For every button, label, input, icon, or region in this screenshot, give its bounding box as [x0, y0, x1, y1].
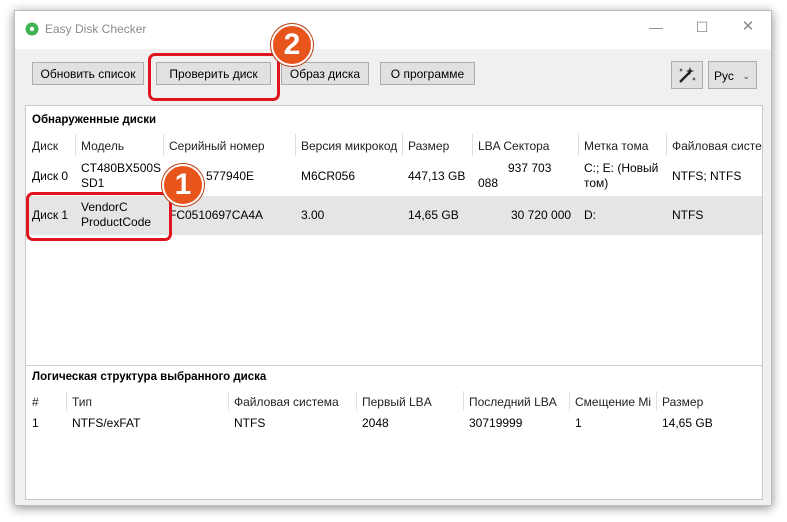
col-divider[interactable] — [569, 391, 570, 411]
lba-cell-line2: 088 — [478, 176, 499, 190]
filesystem-cell: NTFS — [672, 208, 704, 222]
size-cell: 447,13 GB — [408, 169, 466, 183]
col-divider[interactable] — [75, 134, 76, 156]
offset-cell: 1 — [575, 416, 582, 430]
col-divider[interactable] — [228, 391, 229, 411]
col-divider[interactable] — [463, 391, 464, 411]
col-size[interactable]: Размер — [662, 395, 703, 409]
serial-cell: 577940E — [206, 169, 255, 183]
table-row[interactable]: Диск 0 CT480BX500S SD1 577940E M6CR056 4… — [26, 156, 762, 196]
col-divider[interactable] — [578, 134, 579, 156]
section-divider[interactable] — [26, 365, 762, 366]
filesystem-cell: NTFS; NTFS — [672, 169, 742, 183]
col-size[interactable]: Размер — [408, 139, 449, 153]
col-divider[interactable] — [356, 391, 357, 411]
size-cell: 14,65 GB — [662, 416, 713, 430]
volume-label-line1: C:; E: (Новый — [584, 161, 659, 175]
col-filesystem[interactable]: Файловая систе — [672, 139, 762, 153]
col-divider[interactable] — [472, 134, 473, 156]
col-divider[interactable] — [402, 134, 403, 156]
theme-toggle-button[interactable] — [671, 61, 703, 89]
col-divider[interactable] — [295, 134, 296, 156]
lba-cell: 30 720 000 — [511, 208, 572, 222]
col-offset[interactable]: Смещение Mi — [575, 395, 651, 409]
volume-label-cell: D: — [584, 208, 596, 222]
callout-badge-1: 1 — [162, 164, 204, 206]
col-divider[interactable] — [66, 391, 67, 411]
col-volume-label[interactable]: Метка тома — [584, 139, 648, 153]
col-divider[interactable] — [666, 134, 667, 156]
filesystem-cell: NTFS — [234, 416, 266, 430]
first-lba-cell: 2048 — [362, 416, 389, 430]
close-button[interactable]: ✕ — [725, 11, 771, 43]
last-lba-cell: 30719999 — [469, 416, 523, 430]
language-value: Рус — [714, 69, 734, 83]
col-lba[interactable]: LBA Сектора — [478, 139, 549, 153]
callout-badge-2: 2 — [271, 24, 313, 66]
highlight-check-disk — [148, 53, 280, 101]
col-first-lba[interactable]: Первый LBA — [362, 395, 432, 409]
main-panel: Обнаруженные диски Диск Модель Серийный … — [25, 105, 763, 500]
col-type[interactable]: Тип — [72, 395, 92, 409]
language-select[interactable]: Рус ⌄ — [708, 61, 757, 89]
col-last-lba[interactable]: Последний LBA — [469, 395, 557, 409]
col-firmware[interactable]: Версия микрокод — [301, 139, 397, 153]
size-cell: 14,65 GB — [408, 208, 459, 222]
col-number[interactable]: # — [32, 395, 39, 409]
app-window: Easy Disk Checker — ☐ ✕ Обновить список … — [14, 10, 772, 506]
table-row[interactable]: 1 NTFS/exFAT NTFS 2048 30719999 1 14,65 … — [26, 411, 762, 433]
about-button[interactable]: О программе — [380, 62, 475, 85]
model-cell-line1: CT480BX500S — [81, 161, 162, 175]
col-disk[interactable]: Диск — [32, 139, 58, 153]
maximize-button[interactable]: ☐ — [679, 11, 725, 43]
col-filesystem[interactable]: Файловая система — [234, 395, 339, 409]
disk-cell: Диск 0 — [32, 169, 69, 183]
refresh-list-button[interactable]: Обновить список — [32, 62, 144, 85]
minimize-button[interactable]: — — [633, 11, 679, 43]
window-title: Easy Disk Checker — [45, 22, 147, 36]
firmware-cell: M6CR056 — [301, 169, 356, 183]
model-cell-line2: SD1 — [81, 176, 105, 190]
number-cell: 1 — [32, 416, 39, 430]
volume-label-line2: том) — [584, 176, 609, 190]
lba-cell-line1: 937 703 — [508, 161, 552, 175]
app-logo-icon — [25, 22, 39, 36]
serial-cell: FC0510697CA4A — [169, 208, 264, 222]
magic-wand-icon — [679, 67, 696, 83]
highlight-disk-1-row — [26, 192, 172, 241]
disks-section-title: Обнаруженные диски — [32, 114, 157, 126]
col-serial[interactable]: Серийный номер — [169, 139, 265, 153]
type-cell: NTFS/exFAT — [72, 416, 141, 430]
col-divider[interactable] — [163, 134, 164, 156]
logical-section-title: Логическая структура выбранного диска — [32, 371, 267, 383]
chevron-down-icon: ⌄ — [742, 71, 750, 81]
title-bar: Easy Disk Checker — ☐ ✕ — [15, 11, 771, 49]
col-divider[interactable] — [656, 391, 657, 411]
firmware-cell: 3.00 — [301, 208, 325, 222]
col-model[interactable]: Модель — [81, 139, 124, 153]
